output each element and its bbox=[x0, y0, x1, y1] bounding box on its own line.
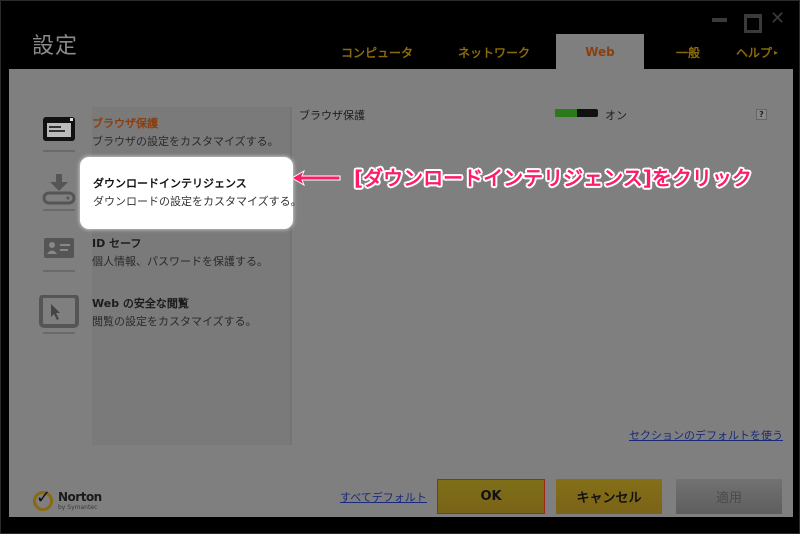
sidebar-item-title: Web の安全な閲覧 bbox=[92, 297, 189, 310]
close-icon[interactable]: ✕ bbox=[770, 10, 788, 28]
sidebar-item-desc: ダウンロードの設定をカスタマイズする。 bbox=[93, 195, 302, 208]
tab-web[interactable]: Web bbox=[556, 34, 644, 70]
use-section-default-link[interactable]: セクションのデフォルトを使う bbox=[629, 427, 783, 443]
toggle-state-label: オン bbox=[605, 109, 627, 122]
logo-sub: by Symantec bbox=[58, 504, 98, 511]
help-icon[interactable]: ? bbox=[756, 109, 767, 120]
cancel-button[interactable]: キャンセル bbox=[556, 479, 662, 514]
sidebar-item-title: ブラウザ保護 bbox=[92, 117, 158, 130]
tab-computer[interactable]: コンピュータ bbox=[321, 34, 433, 70]
tab-help[interactable]: ヘルプ ▸ bbox=[736, 34, 800, 70]
sidebar-item-desc: 個人情報、パスワードを保護する。 bbox=[92, 255, 268, 268]
tab-network[interactable]: ネットワーク bbox=[433, 34, 555, 70]
settings-window: 設定 ✕ コンピュータ ネットワーク Web 一般 ヘルプ ▸ ブラウザ保護 ブ… bbox=[0, 0, 800, 534]
tab-general[interactable]: 一般 bbox=[644, 34, 732, 70]
ok-button[interactable]: OK bbox=[437, 479, 545, 514]
chevron-right-icon: ▸ bbox=[774, 47, 779, 57]
download-icon bbox=[39, 174, 79, 211]
annotation-text: [ダウンロードインテリジェンス]をクリック bbox=[354, 166, 752, 190]
settings-panel: ブラウザ保護 ブラウザの設定をカスタマイズする。 ダウンロードインテリジェンス … bbox=[9, 69, 793, 517]
browser-window-icon bbox=[39, 115, 79, 152]
cursor-window-icon bbox=[39, 294, 79, 334]
toggle-fill bbox=[555, 109, 577, 117]
all-default-link[interactable]: すべてデフォルト bbox=[340, 489, 427, 505]
setting-row-browser-protection: ブラウザ保護 オン ? bbox=[299, 107, 779, 127]
sidebar-item-desc: ブラウザの設定をカスタマイズする。 bbox=[92, 135, 279, 148]
tab-bar: コンピュータ ネットワーク Web 一般 ヘルプ ▸ bbox=[1, 34, 800, 70]
norton-logo: ✓ Norton by Symantec bbox=[33, 487, 123, 517]
id-card-icon bbox=[39, 235, 79, 272]
sidebar-item-desc: 閲覧の設定をカスタマイズする。 bbox=[92, 315, 257, 328]
sidebar-item-title: ダウンロードインテリジェンス bbox=[93, 177, 247, 190]
sidebar-item-download-intelligence[interactable]: ダウンロードインテリジェンス ダウンロードの設定をカスタマイズする。 bbox=[80, 157, 302, 229]
sidebar-item-title: ID セーフ bbox=[92, 237, 142, 250]
apply-button[interactable]: 適用 bbox=[676, 479, 782, 514]
tab-help-label: ヘルプ bbox=[736, 45, 773, 60]
browser-protection-toggle[interactable] bbox=[555, 109, 598, 117]
minimize-icon[interactable] bbox=[710, 11, 728, 29]
annotation-arrow-icon bbox=[292, 169, 341, 187]
maximize-icon[interactable] bbox=[742, 11, 762, 33]
setting-label: ブラウザ保護 bbox=[299, 109, 365, 122]
logo-name: Norton bbox=[58, 490, 102, 504]
